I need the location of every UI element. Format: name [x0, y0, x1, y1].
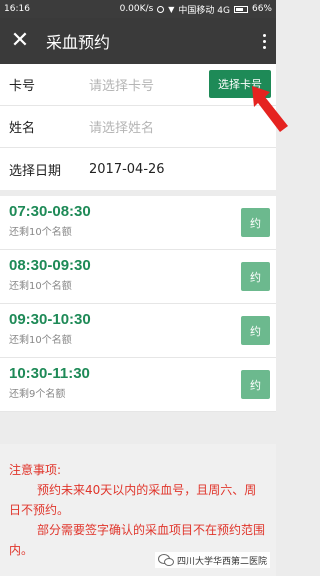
more-vertical-icon[interactable]	[252, 33, 276, 49]
battery-fill	[235, 7, 243, 11]
wechat-icon	[157, 554, 174, 566]
book-button[interactable]: 约	[241, 316, 270, 345]
slot-time: 09:30-10:30	[9, 311, 91, 328]
wifi-icon: ▼	[168, 4, 175, 14]
status-bar: 16:16 0.00K/s ▼ 中国移动 4G 66%	[0, 0, 276, 18]
app-bar: ✕ 采血预约	[0, 18, 276, 64]
battery-percent: 66%	[251, 4, 272, 14]
book-button[interactable]: 约	[241, 208, 270, 237]
slot-time: 10:30-11:30	[9, 365, 90, 382]
card-label: 卡号	[9, 79, 36, 94]
appointment-form: 卡号 请选择卡号 选择卡号 姓名 请选择姓名 选择日期 2017-04-26	[0, 64, 276, 190]
time-slot: 08:30-09:30 还剩10个名额 约	[0, 250, 276, 304]
date-label: 选择日期	[9, 163, 62, 179]
arrow-shape	[252, 86, 288, 132]
watermark: 四川大学华西第二医院	[154, 552, 270, 568]
book-button[interactable]: 约	[241, 262, 270, 291]
network-speed: 0.00K/s	[119, 4, 154, 14]
close-icon[interactable]: ✕	[0, 18, 40, 64]
time-slot: 09:30-10:30 还剩10个名额 约	[0, 304, 276, 358]
name-row: 姓名 请选择姓名	[0, 106, 276, 148]
red-arrow-icon	[252, 86, 288, 132]
carrier-label: 中国移动 4G	[178, 5, 230, 16]
card-field[interactable]: 请选择卡号	[89, 75, 154, 94]
page-title: 采血预约	[46, 33, 111, 52]
slot-remaining: 还剩9个名额	[9, 389, 66, 400]
watermark-text: 四川大学华西第二医院	[176, 556, 267, 567]
notice-title: 注意事项:	[9, 463, 62, 477]
status-time: 16:16	[4, 4, 30, 14]
battery-icon	[233, 5, 248, 13]
slot-time: 08:30-09:30	[9, 257, 91, 274]
date-row: 选择日期 2017-04-26	[0, 148, 276, 190]
alarm-icon	[157, 5, 165, 13]
notice-line-1: 预约未来40天以内的采血号，且周六、周日不预约。	[9, 483, 257, 517]
name-label: 姓名	[9, 121, 36, 136]
card-row: 卡号 请选择卡号 选择卡号	[0, 64, 276, 106]
time-slot: 10:30-11:30 还剩9个名额 约	[0, 358, 276, 412]
date-field[interactable]: 2017-04-26	[89, 162, 165, 177]
slot-remaining: 还剩10个名额	[9, 281, 72, 292]
time-slot: 07:30-08:30 还剩10个名额 约	[0, 196, 276, 250]
status-right: 0.00K/s ▼ 中国移动 4G 66%	[120, 3, 272, 16]
book-button[interactable]: 约	[241, 370, 270, 399]
slot-remaining: 还剩10个名额	[9, 227, 72, 238]
slot-time: 07:30-08:30	[9, 203, 91, 220]
name-field[interactable]: 请选择姓名	[89, 117, 154, 136]
time-slot-list: 07:30-08:30 还剩10个名额 约 08:30-09:30 还剩10个名…	[0, 196, 276, 412]
slot-remaining: 还剩10个名额	[9, 335, 72, 346]
